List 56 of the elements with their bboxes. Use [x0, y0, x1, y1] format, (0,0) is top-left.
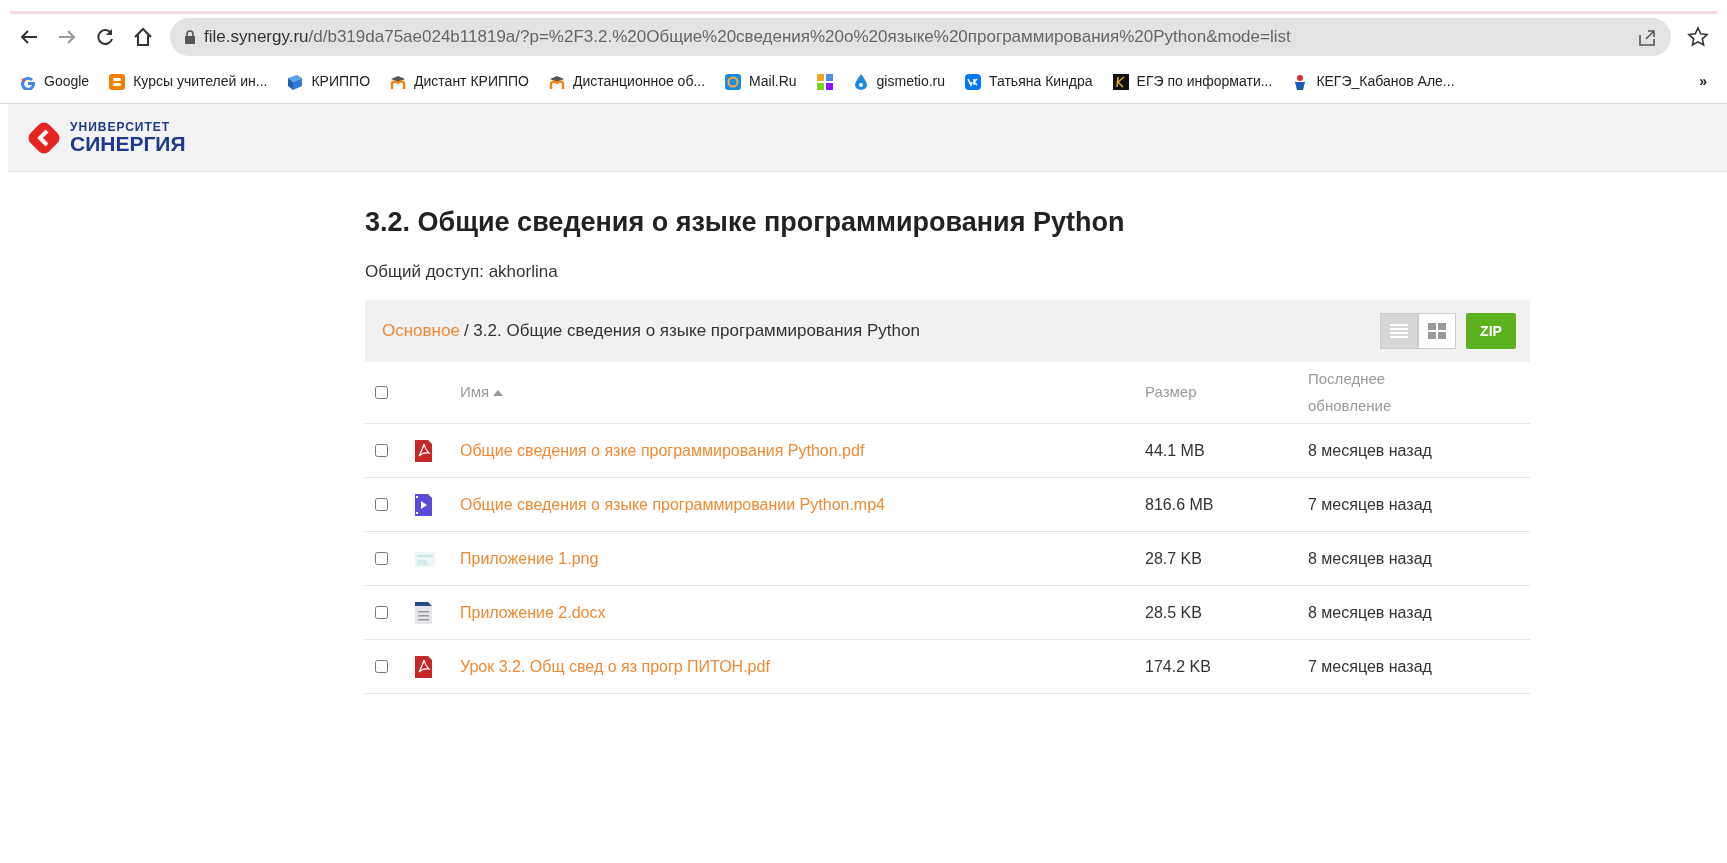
home-icon[interactable] [132, 26, 154, 48]
graduation-cap-icon [549, 73, 565, 90]
checkbox[interactable] [375, 606, 388, 619]
modified-date: 8 месяцев назад [1308, 548, 1432, 569]
vk-icon [965, 73, 982, 90]
bookmark[interactable]: Дистант КРИППО [390, 71, 529, 92]
list-view-icon [1390, 323, 1408, 339]
file-size: 28.7 KB [1145, 548, 1202, 569]
star-icon[interactable] [1687, 26, 1709, 48]
bookmark[interactable]: Татьяна Киндра [965, 71, 1093, 92]
dark-square-icon [1112, 73, 1129, 90]
modified-date: 8 месяцев назад [1308, 440, 1432, 461]
lock-icon [184, 30, 196, 44]
video-file-icon [415, 493, 435, 516]
share-info: Общий доступ: akhorlina [365, 260, 559, 283]
bookmark[interactable]: Google [20, 71, 90, 92]
address-bar[interactable]: file.synergy.ru/d/b319da75ae024b11819a/?p=%2F3.2.%20Общие%20сведения%20о%20языке%20программирования%20Python&mode=list [170, 18, 1671, 56]
book-icon [287, 73, 304, 90]
reload-icon[interactable] [94, 26, 116, 48]
checkbox[interactable] [375, 498, 388, 511]
graduation-cap-icon [390, 73, 407, 90]
url-text: file.synergy.ru/d/b319da75ae024b11819a/?p=%2F3.2.%20Общие%20сведения%20о%20языке%20программирования%20Python&mode=list [204, 26, 1291, 49]
blog-icon [109, 73, 126, 90]
grid-view-button[interactable] [1418, 313, 1456, 349]
bookmark[interactable]: Mail.Ru [725, 71, 797, 92]
pdf-file-icon [415, 655, 435, 678]
share-icon[interactable] [1637, 27, 1657, 47]
document-file-icon [415, 601, 435, 624]
file-size: 44.1 MB [1145, 440, 1205, 461]
bookmark[interactable]: gismetio.ru [852, 71, 946, 92]
logo-text: СИНЕРГИЯ [70, 133, 186, 154]
bookmark[interactable]: ЕГЭ по информати... [1112, 71, 1273, 92]
file-size: 174.2 KB [1145, 656, 1211, 677]
bookmark[interactable]: КРИППО [287, 71, 371, 92]
bookmark[interactable]: Курсы учителей ин... [109, 71, 268, 92]
bookmark[interactable]: КЕГЭ_Кабанов Але... [1292, 71, 1455, 92]
modified-date: 7 месяцев назад [1308, 656, 1432, 677]
checkbox[interactable] [375, 552, 388, 565]
modified-date: 7 месяцев назад [1308, 494, 1432, 515]
file-size: 28.5 KB [1145, 602, 1202, 623]
water-drop-icon [852, 73, 869, 90]
more-bookmarks-button[interactable]: » [1699, 71, 1707, 92]
sort-arrow-icon[interactable] [493, 389, 504, 396]
bookmark-icon[interactable] [816, 73, 833, 90]
bookmark[interactable]: Дистанционное об... [549, 71, 706, 92]
checkbox[interactable] [375, 660, 388, 673]
pdf-file-icon [415, 439, 435, 462]
checkbox[interactable] [375, 386, 388, 399]
logo-text: УНИВЕРСИТЕТ [70, 121, 172, 133]
modified-date: 8 месяцев назад [1308, 602, 1432, 623]
breadcrumb-current: / 3.2. Общие сведения о языке программирования Python [463, 320, 920, 343]
checkbox[interactable] [375, 444, 388, 457]
at-sign-icon [725, 73, 742, 90]
file-size: 816.6 MB [1145, 494, 1214, 515]
grid-view-icon [1428, 323, 1446, 339]
page-title: 3.2. Общие сведения о языке программирования Python [365, 206, 1126, 239]
